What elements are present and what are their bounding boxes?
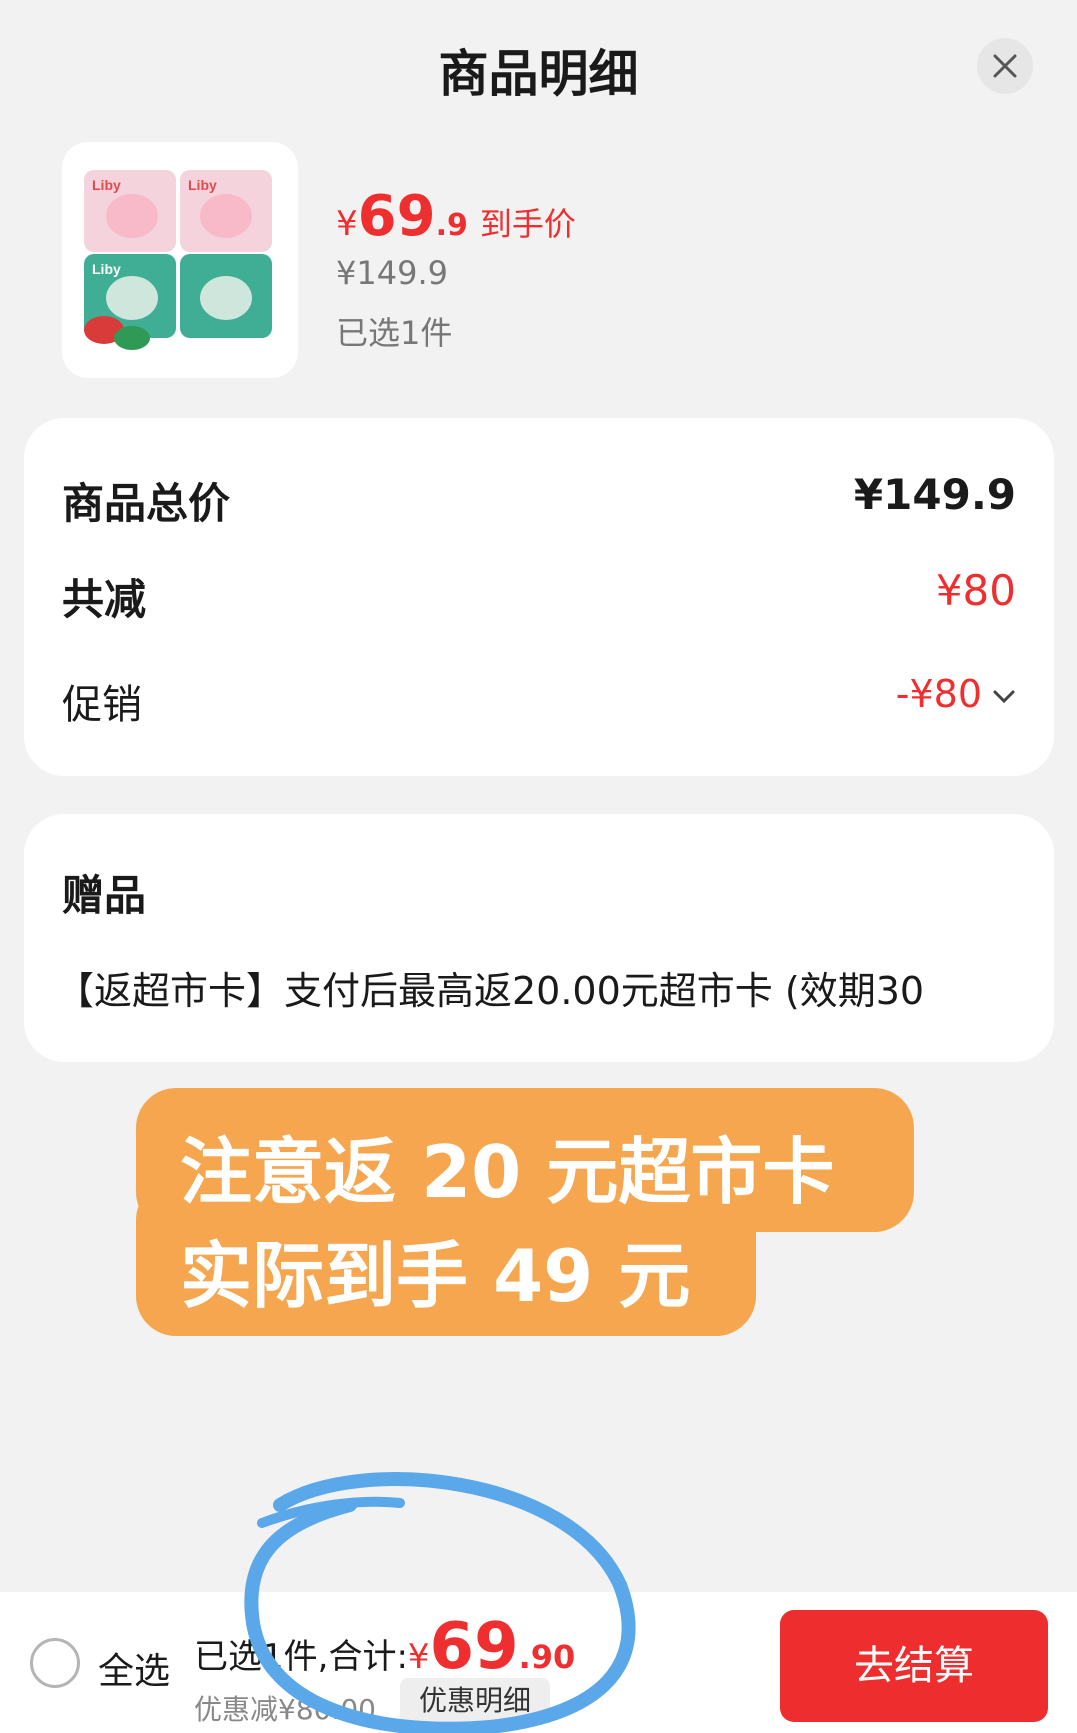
brand-logo-bottom: Liby — [92, 261, 121, 277]
discount-detail-button[interactable]: 优惠明细 — [400, 1678, 550, 1724]
discount-summary: 优惠减¥80.00 — [194, 1693, 376, 1726]
final-price-int: 69 — [357, 184, 436, 249]
gift-card: 赠品 【返超市卡】支付后最高返20.00元超市卡 (效期30 — [24, 814, 1054, 1062]
order-summary: 已选1件,合计:¥69.90 — [194, 1610, 575, 1684]
header: 商品明细 — [0, 0, 1077, 132]
page-title: 商品明细 — [438, 45, 639, 103]
total-amount-int: 69 — [429, 1610, 519, 1684]
chevron-down-icon — [993, 690, 1015, 703]
total-amount-symbol: ¥ — [407, 1637, 430, 1677]
final-price: ¥69.9 到手价 — [336, 184, 576, 249]
product-thumbnail[interactable]: Liby Liby Liby — [62, 142, 298, 378]
promotion-value: -¥80 — [895, 672, 982, 716]
final-price-tag: 到手价 — [479, 205, 576, 243]
total-price-label: 商品总价 — [62, 479, 231, 528]
brand-logo-right: Liby — [188, 177, 217, 193]
close-button[interactable] — [977, 38, 1033, 94]
final-price-symbol: ¥ — [336, 204, 358, 244]
summary-prefix: 已选1件,合计: — [194, 1637, 408, 1677]
gift-description: 【返超市卡】支付后最高返20.00元超市卡 (效期30 — [56, 969, 925, 1013]
note-line-1: 注意返 20 元超市卡 — [180, 1130, 835, 1214]
brand-logo-left: Liby — [92, 177, 121, 193]
selected-count: 已选1件 — [336, 314, 453, 352]
total-discount-value: ¥80 — [935, 566, 1016, 615]
original-price: ¥149.9 — [336, 254, 448, 292]
checkout-bar: 全选 已选1件,合计:¥69.90 优惠减¥80.00 优惠明细 去结算 — [0, 1592, 1077, 1733]
gift-title: 赠品 — [62, 871, 147, 920]
promotion-label: 促销 — [62, 682, 142, 728]
annotation-note: 注意返 20 元超市卡 实际到手 49 元 — [180, 1120, 834, 1328]
price-breakdown-card: 商品总价 ¥149.9 共减 ¥80 促销 -¥80 — [24, 418, 1054, 776]
radio-unchecked-icon[interactable] — [30, 1638, 80, 1688]
product-image: Liby Liby Liby — [84, 170, 272, 350]
close-icon — [993, 54, 1017, 78]
note-line-2: 实际到手 49 元 — [180, 1234, 691, 1318]
final-price-dec: .9 — [435, 208, 468, 243]
promotion-toggle[interactable]: -¥80 — [896, 672, 1016, 716]
total-price-value: ¥149.9 — [853, 470, 1016, 519]
total-amount-dec: .90 — [518, 1638, 576, 1676]
total-discount-label: 共减 — [62, 575, 147, 624]
product-summary: Liby Liby Liby ¥69.9 到手价 ¥149.9 已选1件 — [62, 142, 962, 382]
select-all-label[interactable]: 全选 — [98, 1642, 170, 1694]
checkout-button[interactable]: 去结算 — [780, 1610, 1048, 1722]
